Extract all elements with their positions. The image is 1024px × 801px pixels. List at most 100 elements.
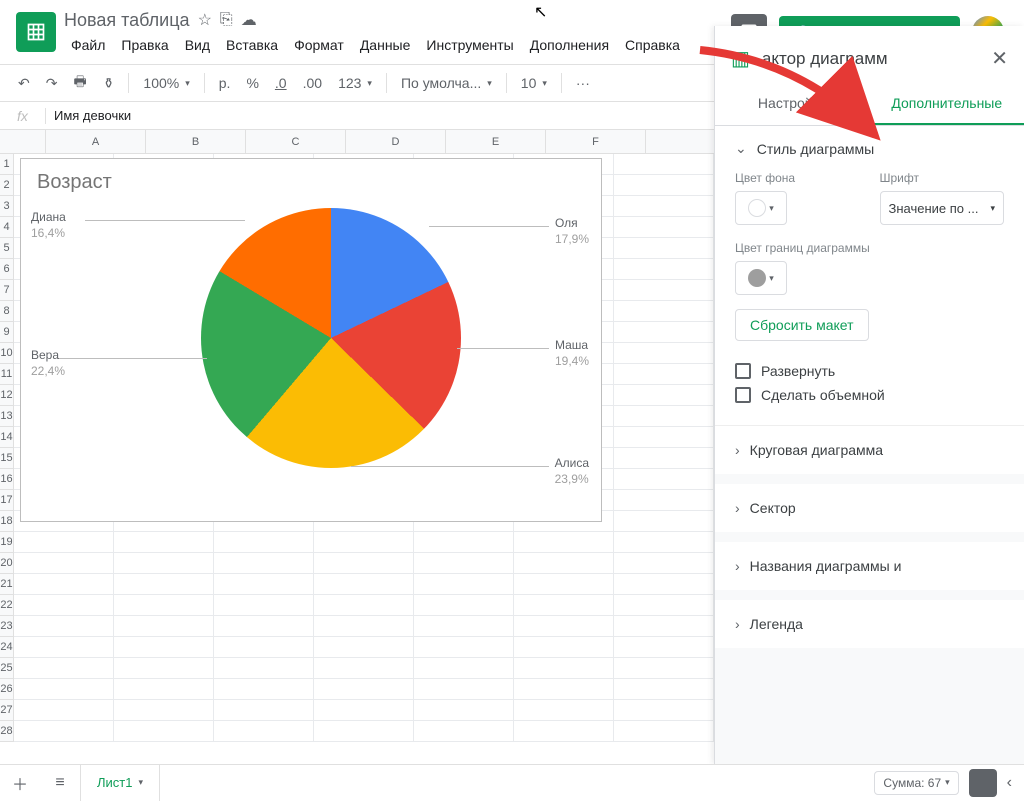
row-header[interactable]: 2 <box>0 175 13 196</box>
menu-format[interactable]: Формат <box>287 33 351 57</box>
chevron-right-icon: › <box>735 558 740 574</box>
slice-label: Маша19,4% <box>555 338 589 369</box>
chevron-down-icon: ⌄ <box>735 140 747 157</box>
menu-tools[interactable]: Инструменты <box>419 33 520 57</box>
section-titles[interactable]: ›Названия диаграммы и <box>735 558 1004 574</box>
formula-input[interactable]: Имя девочки <box>46 108 139 123</box>
menu-addons[interactable]: Дополнения <box>523 33 616 57</box>
print-button[interactable]: 🖶 <box>67 67 92 99</box>
menu-data[interactable]: Данные <box>353 33 418 57</box>
increase-decimal-button[interactable]: .00 <box>297 71 328 95</box>
tab-customize[interactable]: Дополнительные <box>870 83 1024 125</box>
side-panel-toggle[interactable]: ‹ <box>1007 774 1012 792</box>
row-header[interactable]: 13 <box>0 406 13 427</box>
col-header[interactable]: A <box>46 130 146 153</box>
number-format-dropdown[interactable]: 123 <box>332 71 378 95</box>
row-header[interactable]: 16 <box>0 469 13 490</box>
row-header[interactable]: 19 <box>0 532 13 553</box>
document-title[interactable]: Новая таблица <box>64 10 190 31</box>
chevron-right-icon: › <box>735 616 740 632</box>
menu-file[interactable]: Файл <box>64 33 112 57</box>
chart-editor-panel: ▥ актор диаграмм ✕ Настройки Дополнитель… <box>714 26 1024 764</box>
move-icon[interactable]: ⎘ <box>220 11 233 29</box>
chevron-right-icon: › <box>735 442 740 458</box>
row-header[interactable]: 5 <box>0 238 13 259</box>
row-header[interactable]: 28 <box>0 721 13 742</box>
col-header[interactable]: E <box>446 130 546 153</box>
row-header[interactable]: 20 <box>0 553 13 574</box>
menu-edit[interactable]: Правка <box>114 33 175 57</box>
row-header[interactable]: 8 <box>0 301 13 322</box>
bg-color-label: Цвет фона <box>735 171 860 185</box>
menu-help[interactable]: Справка <box>618 33 687 57</box>
row-header[interactable]: 21 <box>0 574 13 595</box>
quicksum-dropdown[interactable]: Сумма: 67▾ <box>874 771 958 795</box>
row-header[interactable]: 23 <box>0 616 13 637</box>
section-pie-chart[interactable]: ›Круговая диаграмма <box>735 442 1004 458</box>
row-header[interactable]: 11 <box>0 364 13 385</box>
font-size-dropdown[interactable]: 10 <box>515 71 553 95</box>
font-label: Шрифт <box>880 171 1005 185</box>
zoom-dropdown[interactable]: 100% <box>137 71 195 95</box>
currency-button[interactable]: р. <box>213 71 237 95</box>
menu-view[interactable]: Вид <box>178 33 217 57</box>
section-chart-style[interactable]: ⌄ Стиль диаграммы <box>735 140 1004 157</box>
row-header[interactable]: 27 <box>0 700 13 721</box>
maximize-checkbox[interactable]: Развернуть <box>735 363 1004 379</box>
select-all-corner[interactable] <box>0 130 46 153</box>
reset-layout-button[interactable]: Сбросить макет <box>735 309 869 341</box>
3d-checkbox[interactable]: Сделать объемной <box>735 387 1004 403</box>
font-dropdown[interactable]: По умолча... <box>395 71 498 95</box>
border-color-label: Цвет границ диаграммы <box>735 241 1004 255</box>
slice-label: Диана16,4% <box>31 210 66 241</box>
row-header[interactable]: 1 <box>0 154 13 175</box>
col-header[interactable]: F <box>546 130 646 153</box>
bg-color-picker[interactable]: ▾ <box>735 191 787 225</box>
row-header[interactable]: 26 <box>0 679 13 700</box>
cloud-icon[interactable]: ☁ <box>241 10 257 30</box>
row-header[interactable]: 22 <box>0 595 13 616</box>
undo-button[interactable]: ↶ <box>12 71 36 96</box>
row-header[interactable]: 24 <box>0 637 13 658</box>
tab-setup[interactable]: Настройки <box>715 83 870 125</box>
section-legend[interactable]: ›Легенда <box>735 616 1004 632</box>
row-header[interactable]: 14 <box>0 427 13 448</box>
slice-label: Алиса23,9% <box>555 456 589 487</box>
sheet-tab[interactable]: Лист1▾ <box>80 765 160 801</box>
row-header[interactable]: 15 <box>0 448 13 469</box>
fx-label: fx <box>0 108 46 124</box>
row-header[interactable]: 10 <box>0 343 13 364</box>
border-color-picker[interactable]: ▾ <box>735 261 787 295</box>
row-header[interactable]: 7 <box>0 280 13 301</box>
slice-label: Оля17,9% <box>555 216 589 247</box>
redo-button[interactable]: ↷ <box>40 71 64 96</box>
row-header[interactable]: 6 <box>0 259 13 280</box>
row-header[interactable]: 17 <box>0 490 13 511</box>
paint-format-button[interactable]: ⚱ <box>97 71 121 96</box>
panel-title: актор диаграмм <box>762 49 979 69</box>
menu-insert[interactable]: Вставка <box>219 33 285 57</box>
col-header[interactable]: D <box>346 130 446 153</box>
add-sheet-button[interactable]: ＋ <box>0 765 40 801</box>
all-sheets-button[interactable]: ≡ <box>40 765 80 801</box>
section-slice[interactable]: ›Сектор <box>735 500 1004 516</box>
close-icon[interactable]: ✕ <box>991 46 1008 71</box>
row-header[interactable]: 4 <box>0 217 13 238</box>
star-icon[interactable]: ☆ <box>198 10 212 30</box>
explore-button[interactable] <box>969 769 997 797</box>
row-header[interactable]: 25 <box>0 658 13 679</box>
font-dropdown[interactable]: Значение по ...▾ <box>880 191 1005 225</box>
row-header[interactable]: 12 <box>0 385 13 406</box>
sheets-logo[interactable] <box>16 12 56 52</box>
percent-button[interactable]: % <box>240 71 264 95</box>
more-tools-button[interactable]: ··· <box>570 71 596 95</box>
col-header[interactable]: B <box>146 130 246 153</box>
pie-chart[interactable]: Возраст Оля17,9% Маша19,4% Алиса23,9% Ве… <box>20 158 602 522</box>
decrease-decimal-button[interactable]: .0 <box>269 71 293 95</box>
chevron-right-icon: › <box>735 500 740 516</box>
spreadsheet-area[interactable]: A B C D E F 1234567891011121314151617181… <box>0 130 714 764</box>
row-header[interactable]: 18 <box>0 511 13 532</box>
row-header[interactable]: 9 <box>0 322 13 343</box>
row-header[interactable]: 3 <box>0 196 13 217</box>
col-header[interactable]: C <box>246 130 346 153</box>
